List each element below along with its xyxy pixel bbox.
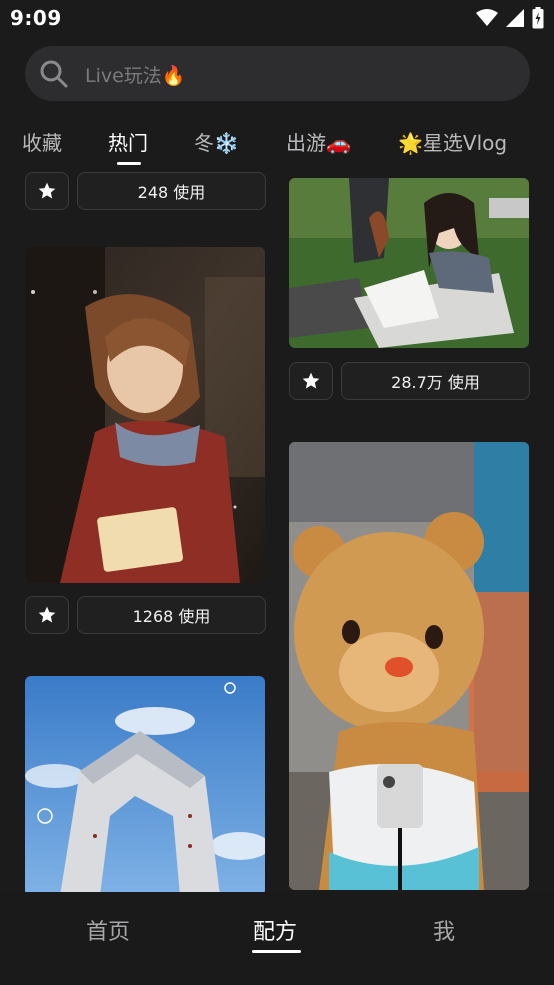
girl-on-grass-image <box>289 178 529 348</box>
bottom-nav: 首页 配方 我 <box>0 892 554 985</box>
template-feed[interactable]: 248 使用 1268 使用 28.7万 使用 <box>0 170 554 892</box>
wifi-icon <box>476 9 498 26</box>
nav-active-indicator <box>252 950 301 953</box>
tab-favorites[interactable]: 收藏 <box>22 127 62 156</box>
star-icon <box>302 372 320 389</box>
tab-hot[interactable]: 热门 <box>108 127 148 156</box>
use-button[interactable]: 1268 使用 <box>77 596 266 634</box>
favorite-button[interactable] <box>25 172 69 210</box>
signal-icon <box>506 9 524 27</box>
use-button[interactable]: 28.7万 使用 <box>341 362 530 400</box>
category-tabs: 收藏 热门 冬❄️ 出游🚗 🌟星选Vlog <box>0 122 554 172</box>
nav-home[interactable]: 首页 <box>86 914 130 946</box>
template-thumbnail[interactable] <box>25 247 265 583</box>
status-bar: 9:09 <box>0 0 554 38</box>
girl-in-sweater-image <box>25 247 265 583</box>
search-placeholder: Live玩法🔥 <box>85 65 186 87</box>
tab-travel[interactable]: 出游🚗 <box>286 127 351 156</box>
use-button[interactable]: 248 使用 <box>77 172 266 210</box>
nav-recipes[interactable]: 配方 <box>253 914 297 946</box>
battery-icon <box>532 7 544 29</box>
status-time: 9:09 <box>10 6 62 30</box>
favorite-button[interactable] <box>289 362 333 400</box>
star-icon <box>38 606 56 623</box>
template-thumbnail[interactable] <box>289 442 529 890</box>
search-bar[interactable]: Live玩法🔥 <box>25 46 530 101</box>
bear-mascot-image <box>289 442 529 890</box>
star-icon <box>38 182 56 199</box>
status-icons <box>476 7 544 29</box>
template-thumbnail[interactable] <box>289 178 529 348</box>
knitted-building-image <box>25 676 265 892</box>
tab-winter[interactable]: 冬❄️ <box>194 127 239 156</box>
template-thumbnail[interactable] <box>25 676 265 892</box>
nav-me[interactable]: 我 <box>433 914 455 946</box>
tab-star-vlog[interactable]: 🌟星选Vlog <box>398 127 507 156</box>
favorite-button[interactable] <box>25 596 69 634</box>
search-icon <box>40 60 68 88</box>
tab-active-indicator <box>117 162 141 165</box>
